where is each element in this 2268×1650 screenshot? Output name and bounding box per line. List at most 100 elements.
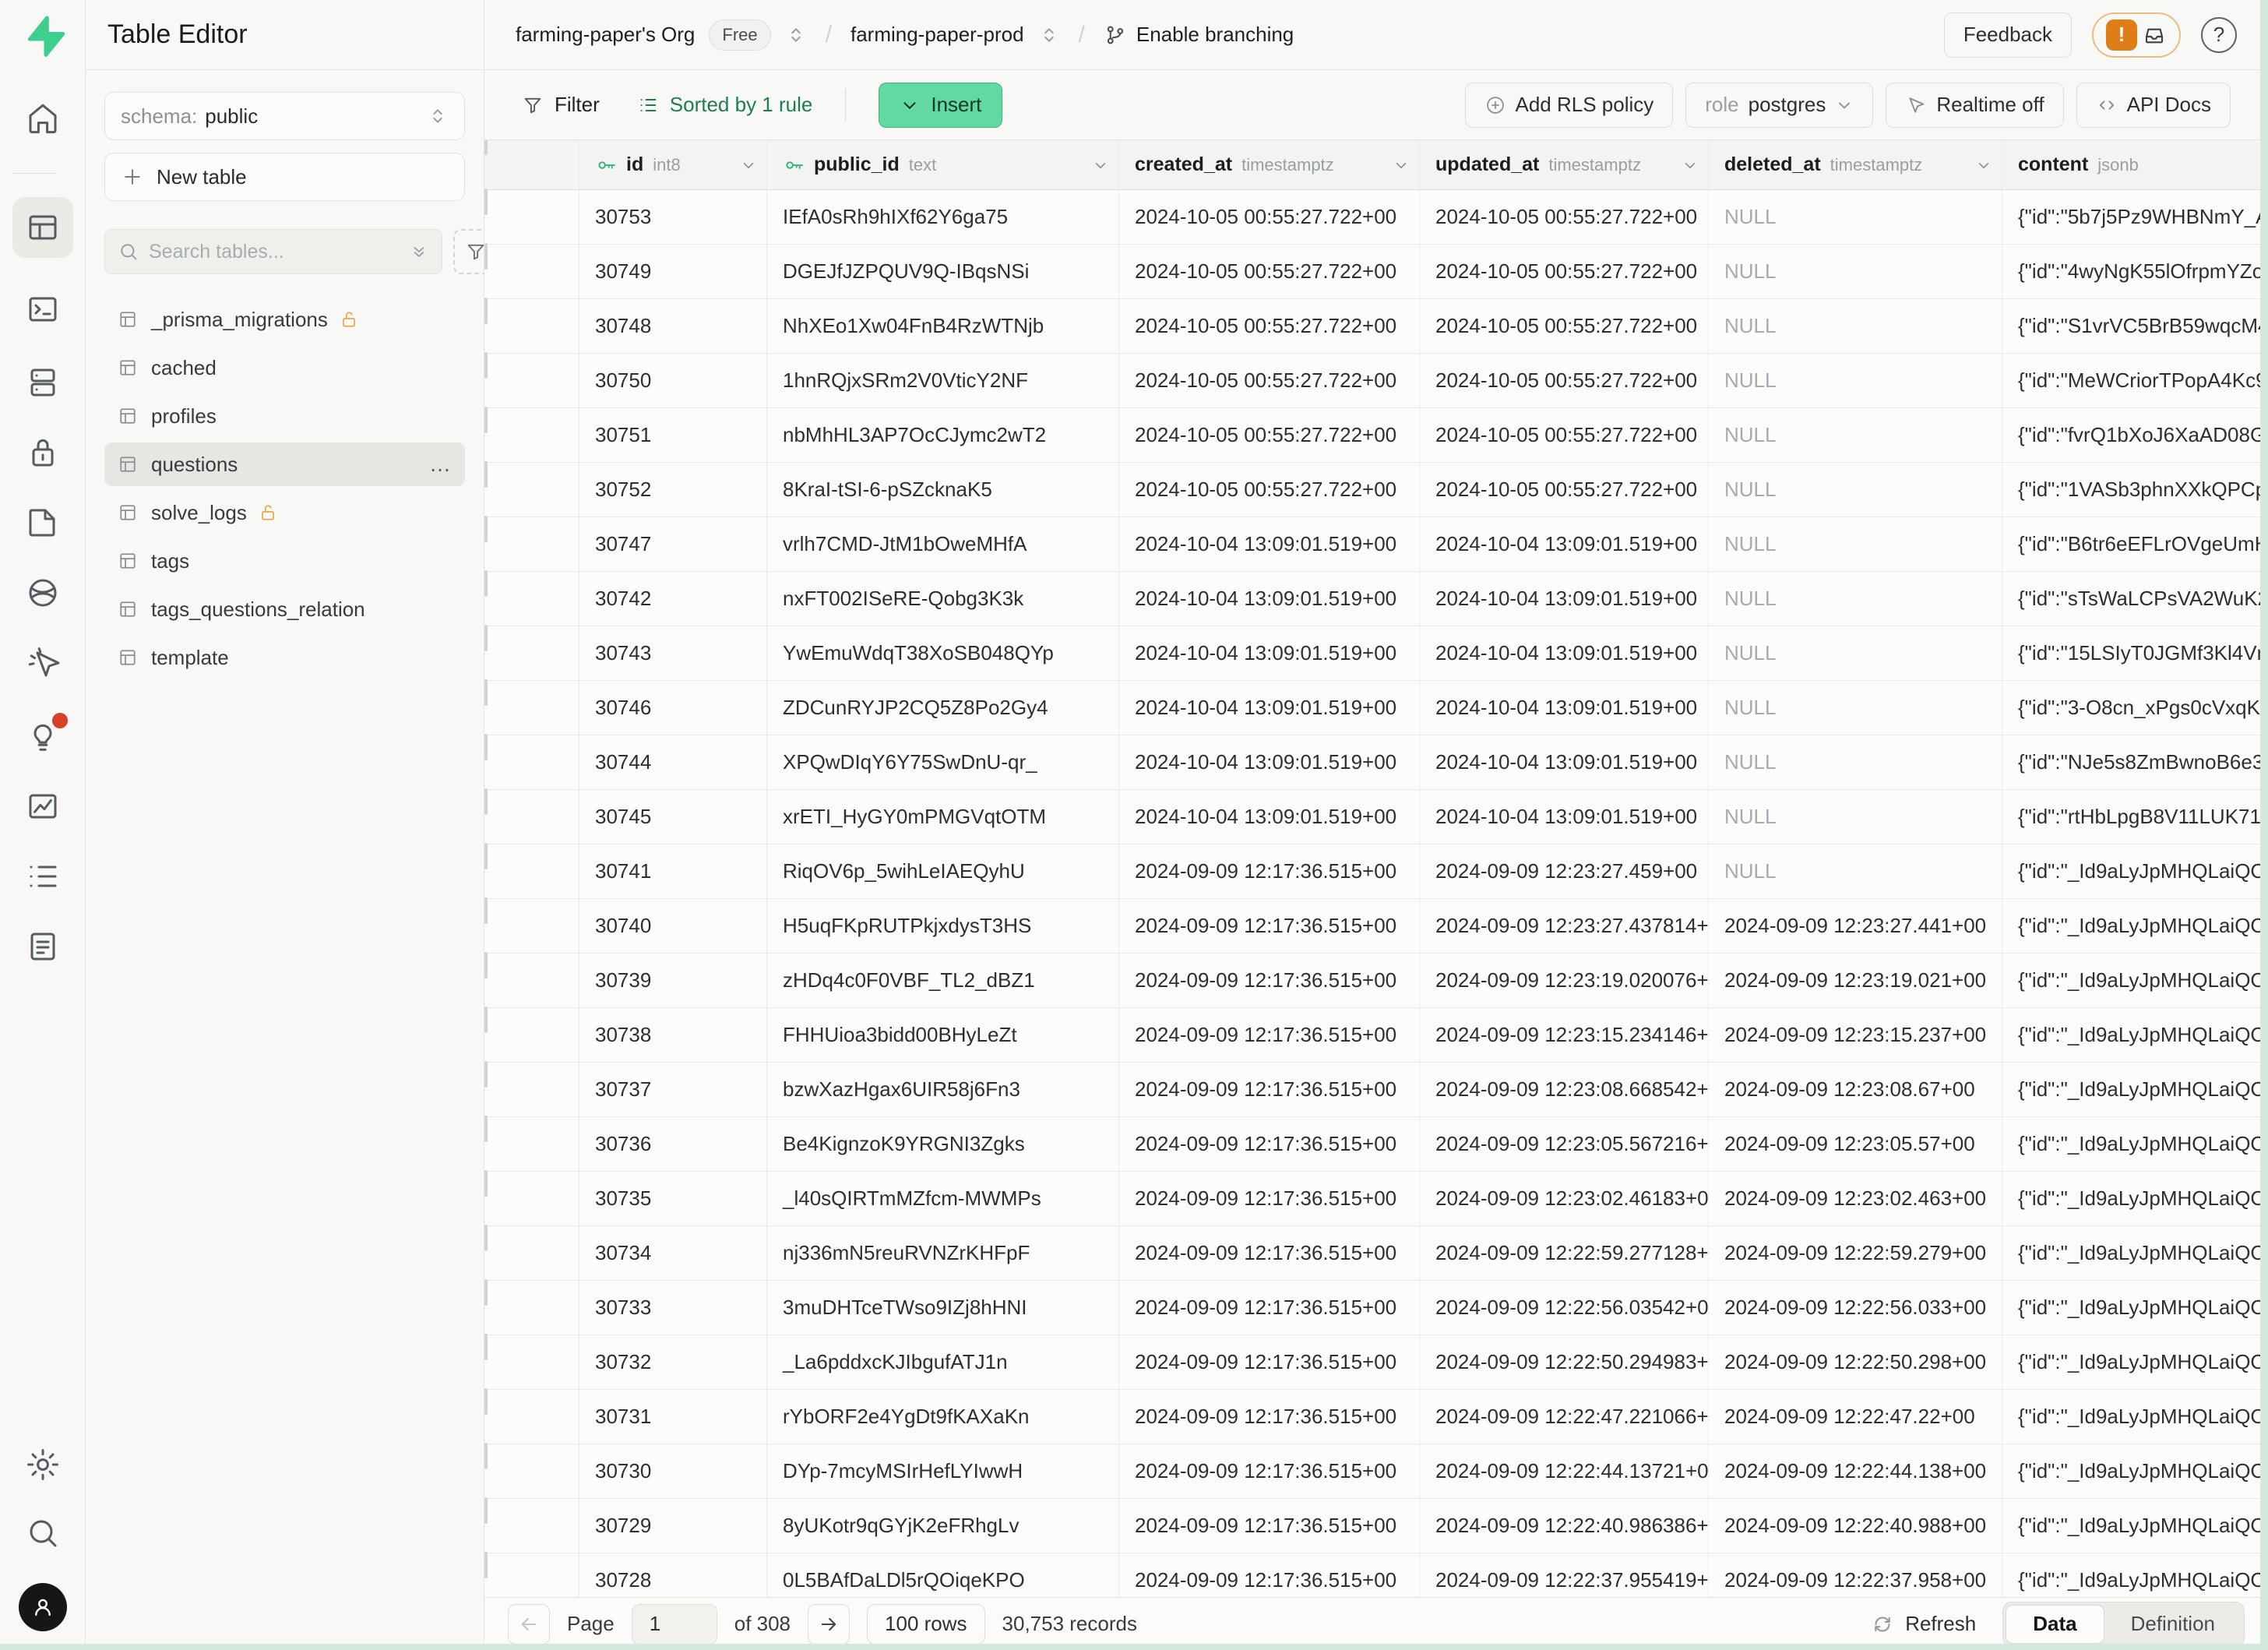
- cell-deleted_at[interactable]: NULL: [1709, 299, 2002, 353]
- cell-content[interactable]: {"id":"rtHbLpgB8V11LUK7152: [2002, 790, 2268, 844]
- cell-updated_at[interactable]: 2024-10-05 00:55:27.722+00: [1420, 408, 1709, 462]
- cell-content[interactable]: {"id":"5b7j5Pz9WHBNmY_A: [2002, 190, 2268, 244]
- cell-updated_at[interactable]: 2024-09-09 12:22:56.03542+00: [1420, 1281, 1709, 1334]
- cell-created_at[interactable]: 2024-09-09 12:17:36.515+00: [1119, 954, 1420, 1007]
- rows-per-page-button[interactable]: 100 rows: [867, 1604, 985, 1645]
- sidebar-table-questions[interactable]: questions…: [104, 442, 465, 486]
- sidebar-table-profiles[interactable]: profiles: [104, 394, 465, 438]
- notifications-button[interactable]: !: [2092, 12, 2181, 58]
- cell-id[interactable]: 30729: [579, 1499, 767, 1553]
- row-checkbox[interactable]: [484, 843, 488, 869]
- cell-public_id[interactable]: _La6pddxcKJIbgufATJ1n: [767, 1335, 1119, 1389]
- tab-definition[interactable]: Definition: [2104, 1605, 2242, 1644]
- cell-updated_at[interactable]: 2024-10-05 00:55:27.722+00: [1420, 245, 1709, 298]
- cell-content[interactable]: {"id":"_Id9aLyJpMHQLaiQC: [2002, 1008, 2268, 1062]
- page-number-input[interactable]: [632, 1604, 717, 1645]
- cell-content[interactable]: {"id":"_Id9aLyJpMHQLaiQC: [2002, 1281, 2268, 1334]
- cell-content[interactable]: {"id":"_Id9aLyJpMHQLaiQC: [2002, 1553, 2268, 1597]
- cell-created_at[interactable]: 2024-09-09 12:17:36.515+00: [1119, 1335, 1420, 1389]
- cell-content[interactable]: {"id":"B6tr6eEFLrOVgeUmH: [2002, 517, 2268, 571]
- cell-created_at[interactable]: 2024-09-09 12:17:36.515+00: [1119, 1499, 1420, 1553]
- column-header-public_id[interactable]: public_idtext: [767, 140, 1119, 189]
- select-all-checkbox[interactable]: [484, 140, 488, 155]
- row-checkbox[interactable]: [484, 1225, 488, 1251]
- row-checkbox[interactable]: [484, 1497, 488, 1524]
- cell-updated_at[interactable]: 2024-09-09 12:23:05.567216+00: [1420, 1117, 1709, 1171]
- cell-deleted_at[interactable]: NULL: [1709, 245, 2002, 298]
- column-header-updated_at[interactable]: updated_attimestamptz: [1420, 140, 1709, 189]
- cell-created_at[interactable]: 2024-10-04 13:09:01.519+00: [1119, 735, 1420, 789]
- row-checkbox[interactable]: [484, 1552, 488, 1578]
- cell-public_id[interactable]: 8yUKotr9qGYjK2eFRhgLv: [767, 1499, 1119, 1553]
- sidebar-table-template[interactable]: template: [104, 636, 465, 679]
- cell-created_at[interactable]: 2024-10-05 00:55:27.722+00: [1119, 190, 1420, 244]
- cell-updated_at[interactable]: 2024-09-09 12:23:02.46183+00: [1420, 1172, 1709, 1225]
- cell-id[interactable]: 30752: [579, 463, 767, 517]
- logs-icon[interactable]: [24, 858, 62, 895]
- cell-updated_at[interactable]: 2024-09-09 12:23:27.437814+00: [1420, 899, 1709, 953]
- search-icon[interactable]: [24, 1514, 62, 1552]
- org-selector-icon[interactable]: [785, 24, 807, 46]
- cell-public_id[interactable]: IEfA0sRh9hIXf62Y6ga75: [767, 190, 1119, 244]
- cell-public_id[interactable]: 0L5BAfDaLDl5rQOiqeKPO: [767, 1553, 1119, 1597]
- row-checkbox[interactable]: [484, 352, 488, 379]
- cell-public_id[interactable]: nbMhHL3AP7OcCJymc2wT2: [767, 408, 1119, 462]
- cell-id[interactable]: 30745: [579, 790, 767, 844]
- cell-created_at[interactable]: 2024-09-09 12:17:36.515+00: [1119, 1226, 1420, 1280]
- cell-updated_at[interactable]: 2024-10-04 13:09:01.519+00: [1420, 735, 1709, 789]
- cell-public_id[interactable]: H5uqFKpRUTPkjxdysT3HS: [767, 899, 1119, 953]
- cell-public_id[interactable]: nxFT002ISeRE-Qobg3K3k: [767, 572, 1119, 626]
- cell-content[interactable]: {"id":"_Id9aLyJpMHQLaiQC: [2002, 899, 2268, 953]
- sidebar-table-tags[interactable]: tags: [104, 539, 465, 583]
- column-header-created_at[interactable]: created_attimestamptz: [1119, 140, 1420, 189]
- cell-public_id[interactable]: xrETI_HyGY0mPMGVqtOTM: [767, 790, 1119, 844]
- cell-created_at[interactable]: 2024-10-04 13:09:01.519+00: [1119, 626, 1420, 680]
- cell-updated_at[interactable]: 2024-10-05 00:55:27.722+00: [1420, 299, 1709, 353]
- row-checkbox[interactable]: [484, 1279, 488, 1306]
- row-checkbox[interactable]: [484, 1116, 488, 1142]
- column-header-id[interactable]: idint8: [579, 140, 767, 189]
- cell-content[interactable]: {"id":"_Id9aLyJpMHQLaiQC: [2002, 1226, 2268, 1280]
- cell-created_at[interactable]: 2024-09-09 12:17:36.515+00: [1119, 1281, 1420, 1334]
- sidebar-table-solve_logs[interactable]: solve_logs: [104, 491, 465, 534]
- cell-id[interactable]: 30742: [579, 572, 767, 626]
- row-checkbox[interactable]: [484, 1443, 488, 1469]
- cell-id[interactable]: 30734: [579, 1226, 767, 1280]
- role-select[interactable]: role postgres: [1685, 83, 1873, 128]
- cell-updated_at[interactable]: 2024-09-09 12:22:37.955419+00: [1420, 1553, 1709, 1597]
- cell-deleted_at[interactable]: NULL: [1709, 681, 2002, 735]
- cell-created_at[interactable]: 2024-10-05 00:55:27.722+00: [1119, 463, 1420, 517]
- row-checkbox[interactable]: [484, 461, 488, 488]
- cell-id[interactable]: 30739: [579, 954, 767, 1007]
- cell-created_at[interactable]: 2024-09-09 12:17:36.515+00: [1119, 1444, 1420, 1498]
- cell-id[interactable]: 30733: [579, 1281, 767, 1334]
- avatar[interactable]: [19, 1583, 67, 1631]
- chevron-double-down-icon[interactable]: [409, 242, 429, 262]
- column-menu-icon[interactable]: [738, 155, 759, 175]
- cell-deleted_at[interactable]: 2024-09-09 12:23:05.57+00: [1709, 1117, 2002, 1171]
- advisors-icon[interactable]: [24, 717, 62, 755]
- tab-data[interactable]: Data: [2006, 1605, 2104, 1644]
- cell-public_id[interactable]: _l40sQIRTmMZfcm-MWMPs: [767, 1172, 1119, 1225]
- cell-updated_at[interactable]: 2024-10-05 00:55:27.722+00: [1420, 463, 1709, 517]
- cell-id[interactable]: 30731: [579, 1390, 767, 1444]
- cell-content[interactable]: {"id":"1VASb3phnXXkQPCpv: [2002, 463, 2268, 517]
- cell-updated_at[interactable]: 2024-10-04 13:09:01.519+00: [1420, 681, 1709, 735]
- cell-content[interactable]: {"id":"4wyNgK55lOfrpmYZo: [2002, 245, 2268, 298]
- cell-public_id[interactable]: bzwXazHgax6UIR58j6Fn3: [767, 1063, 1119, 1116]
- cell-created_at[interactable]: 2024-10-04 13:09:01.519+00: [1119, 517, 1420, 571]
- cell-deleted_at[interactable]: NULL: [1709, 790, 2002, 844]
- project-selector-icon[interactable]: [1038, 24, 1060, 46]
- cell-public_id[interactable]: DYp-7mcyMSIrHefLYIwwH: [767, 1444, 1119, 1498]
- cell-id[interactable]: 30737: [579, 1063, 767, 1116]
- cell-content[interactable]: {"id":"_Id9aLyJpMHQLaiQC: [2002, 1117, 2268, 1171]
- vertical-scrollbar[interactable]: [2260, 0, 2268, 1650]
- row-checkbox[interactable]: [484, 243, 488, 270]
- next-page-button[interactable]: [808, 1604, 850, 1645]
- cell-created_at[interactable]: 2024-10-04 13:09:01.519+00: [1119, 790, 1420, 844]
- cell-public_id[interactable]: RiqOV6p_5wihLeIAEQyhU: [767, 844, 1119, 898]
- row-checkbox[interactable]: [484, 1170, 488, 1197]
- prev-page-button[interactable]: [508, 1604, 550, 1645]
- cell-content[interactable]: {"id":"_Id9aLyJpMHQLaiQC: [2002, 1172, 2268, 1225]
- cell-deleted_at[interactable]: NULL: [1709, 190, 2002, 244]
